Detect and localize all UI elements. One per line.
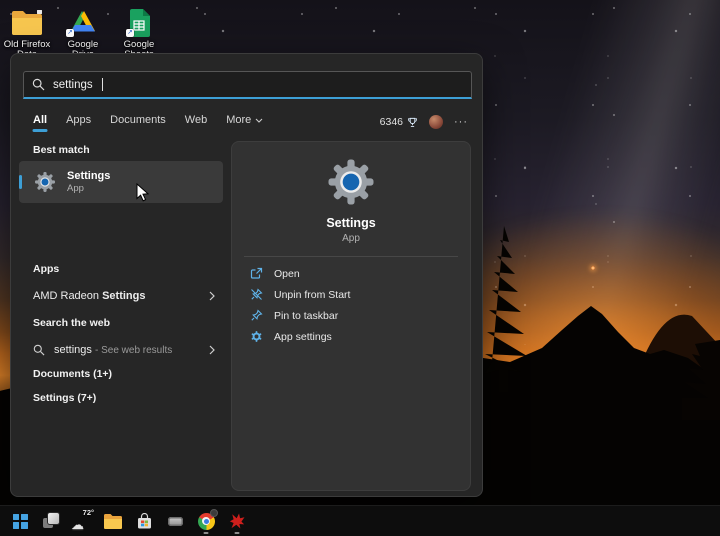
rewards-button[interactable]: 6346 [380, 116, 418, 128]
widgets-weather-button[interactable]: 72° ☁ [69, 508, 95, 534]
rewards-trophy-icon [407, 117, 418, 128]
results-column: Best match [11, 138, 231, 490]
tab-web[interactable]: Web [185, 114, 207, 130]
settings-group-header[interactable]: Settings (7+) [33, 392, 96, 404]
taskbar: 72° ☁ [0, 505, 720, 536]
open-icon [250, 267, 263, 280]
web-result-label: settings - See web results [54, 344, 200, 356]
desktop-icon-google-sheets[interactable]: ↗ Google Sheets [114, 5, 164, 60]
microsoft-store-icon [136, 513, 153, 530]
windows-logo-icon [13, 514, 28, 529]
chevron-right-icon [209, 345, 215, 355]
gear-icon [250, 330, 263, 343]
action-app-settings[interactable]: App settings [232, 326, 470, 347]
search-filter-tabs: All Apps Documents Web More 6346 [33, 110, 468, 134]
chrome-notification-badge [210, 509, 218, 517]
best-match-header: Best match [33, 144, 90, 156]
rewards-points: 6346 [380, 116, 403, 128]
task-view-icon [43, 513, 59, 529]
tab-documents[interactable]: Documents [110, 114, 166, 130]
preview-title: Settings [232, 216, 470, 230]
preview-pane: Settings App Open Unpin from Start [231, 141, 471, 491]
folder-icon [10, 9, 44, 37]
text-caret [102, 78, 103, 91]
red-app-icon [229, 513, 246, 530]
preview-subtitle: App [232, 233, 470, 244]
chevron-right-icon [209, 291, 215, 301]
running-indicator [235, 532, 240, 535]
desktop-icons: Old Firefox Data ↗ Google Drive [2, 5, 164, 60]
search-icon [33, 344, 45, 356]
apps-header: Apps [33, 263, 59, 275]
pin-icon [250, 309, 263, 322]
microsoft-store-button[interactable] [131, 508, 157, 534]
tab-all[interactable]: All [33, 114, 47, 130]
action-unpin-from-start[interactable]: Unpin from Start [232, 284, 470, 305]
user-avatar[interactable] [429, 115, 443, 129]
weather-widget-icon: 72° ☁ [71, 511, 93, 531]
best-match-subtitle: App [67, 183, 110, 194]
settings-gear-icon-large [324, 155, 378, 209]
overflow-menu-button[interactable]: ··· [454, 116, 468, 128]
search-query-text: settings [53, 79, 93, 91]
shortcut-arrow-icon: ↗ [66, 29, 74, 37]
tab-apps[interactable]: Apps [66, 114, 91, 130]
desktop-icon-old-firefox-data[interactable]: Old Firefox Data [2, 5, 52, 60]
action-pin-to-taskbar[interactable]: Pin to taskbar [232, 305, 470, 326]
app-result-amd-radeon-settings[interactable]: AMD Radeon Settings [19, 283, 223, 309]
running-indicator [204, 532, 209, 535]
red-app-button[interactable] [224, 508, 250, 534]
divider [244, 256, 458, 257]
cloud-icon: ☁ [71, 517, 84, 533]
screen: Old Firefox Data ↗ Google Drive [0, 0, 720, 536]
shortcut-arrow-icon: ↗ [126, 29, 134, 37]
chevron-down-icon [255, 118, 263, 123]
search-input[interactable]: settings [23, 71, 472, 99]
selection-accent-bar [19, 175, 22, 189]
search-flyout: settings All Apps Documents Web More 634… [10, 53, 483, 497]
search-icon [32, 78, 45, 91]
tabs-right-cluster: 6346 ··· [380, 115, 468, 129]
web-result-settings[interactable]: settings - See web results [19, 337, 223, 363]
file-explorer-button[interactable] [100, 508, 126, 534]
action-open[interactable]: Open [232, 263, 470, 284]
best-match-result[interactable]: Settings App [19, 161, 223, 203]
chrome-button[interactable] [193, 508, 219, 534]
search-web-header: Search the web [33, 317, 110, 329]
pinned-app-icon [168, 517, 183, 526]
app-result-label: AMD Radeon Settings [33, 290, 200, 302]
weather-temperature: 72° [83, 508, 94, 517]
tab-more[interactable]: More [226, 114, 263, 130]
settings-gear-icon [33, 170, 57, 194]
pinned-app-button[interactable] [162, 508, 188, 534]
file-explorer-icon [103, 513, 123, 530]
desktop-icon-google-drive[interactable]: ↗ Google Drive [58, 5, 108, 60]
task-view-button[interactable] [38, 508, 64, 534]
start-button[interactable] [7, 508, 33, 534]
documents-group-header[interactable]: Documents (1+) [33, 368, 112, 380]
unpin-icon [250, 288, 263, 301]
best-match-title: Settings [67, 170, 110, 183]
